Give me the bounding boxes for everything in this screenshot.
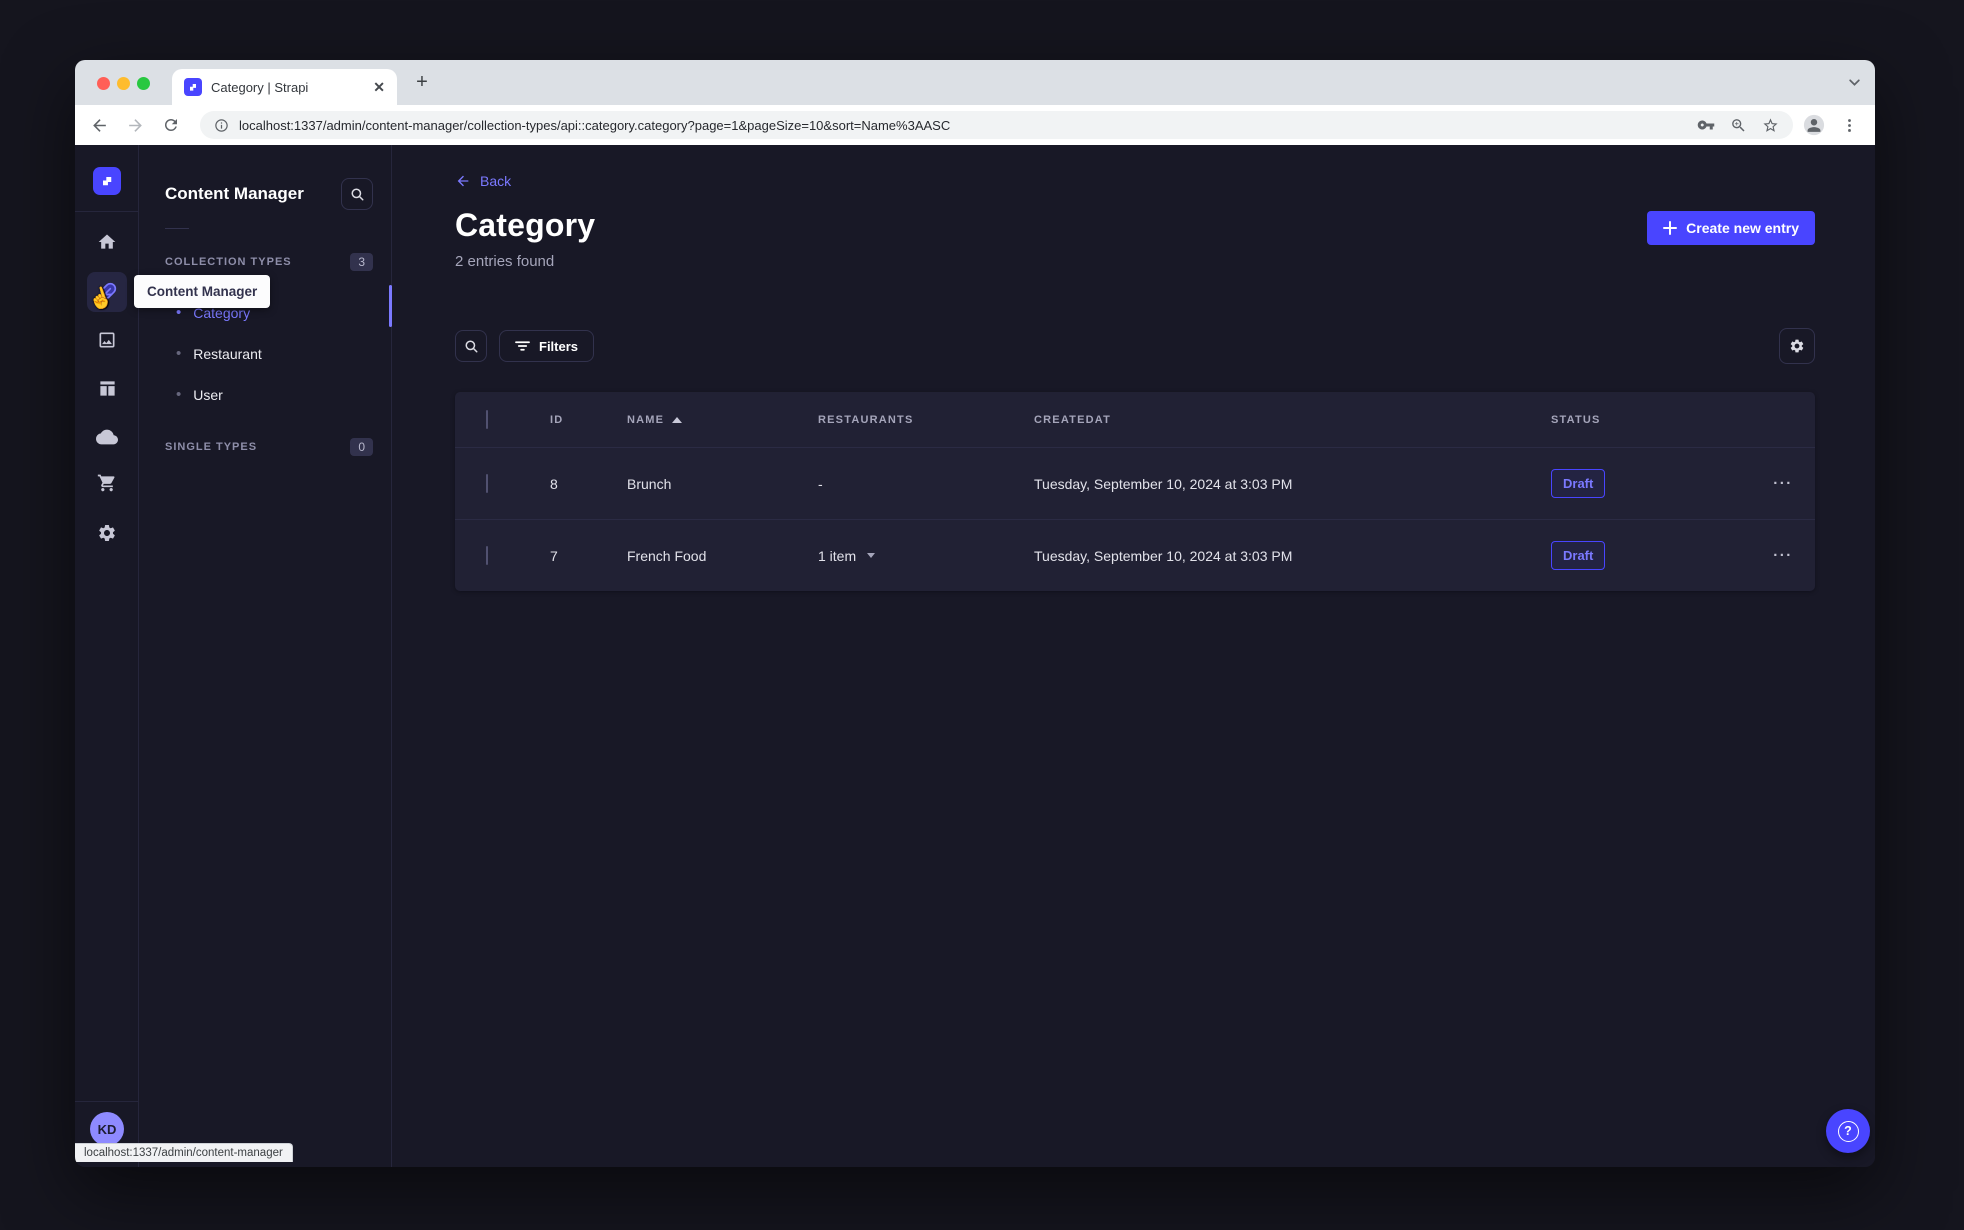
- strapi-favicon-icon: [184, 78, 202, 96]
- forward-nav-icon[interactable]: [124, 114, 146, 136]
- subnav-search-button[interactable]: [341, 178, 373, 210]
- page-title: Category: [455, 207, 596, 243]
- maximize-window-button[interactable]: [137, 77, 150, 90]
- row-actions-menu-icon[interactable]: [1773, 475, 1793, 492]
- column-header-name[interactable]: NAME: [596, 414, 787, 426]
- search-icon: [464, 339, 479, 354]
- column-header-status[interactable]: STATUS: [1520, 414, 1720, 426]
- content-type-builder-nav-icon[interactable]: [87, 368, 127, 408]
- link-status-bubble: localhost:1337/admin/content-manager: [75, 1143, 293, 1162]
- sidebar-item-label: User: [193, 386, 223, 403]
- main-content: Back Category Create new entry 2 entries…: [392, 145, 1875, 1167]
- sort-ascending-icon: [672, 416, 683, 423]
- status-badge: Draft: [1551, 541, 1606, 570]
- column-header-restaurants[interactable]: RESTAURANTS: [787, 414, 1003, 426]
- table-header-row: ID NAME RESTAURANTS CREATEDAT STATUS: [455, 392, 1815, 447]
- row-checkbox[interactable]: [486, 473, 488, 493]
- cell-id: 8: [550, 475, 558, 492]
- collection-types-count-badge: 3: [350, 253, 373, 271]
- browser-toolbar: localhost:1337/admin/content-manager/col…: [75, 105, 1875, 145]
- marketplace-cart-nav-icon[interactable]: [87, 463, 127, 503]
- subnav-title: Content Manager: [165, 184, 304, 203]
- user-avatar[interactable]: KD: [90, 1112, 124, 1146]
- media-library-nav-icon[interactable]: [87, 320, 127, 360]
- filter-lines-icon: [515, 340, 530, 352]
- new-tab-button[interactable]: [411, 72, 433, 94]
- collection-types-label: COLLECTION TYPES: [165, 256, 292, 268]
- row-actions-menu-icon[interactable]: [1773, 547, 1793, 564]
- tab-title: Category | Strapi: [211, 79, 309, 95]
- gear-icon: [1789, 338, 1805, 354]
- strapi-app: KD Content Manager COLLECTION TYPES 3 • …: [75, 145, 1875, 1167]
- tab-close-icon[interactable]: [373, 79, 385, 96]
- cell-name: French Food: [627, 547, 707, 564]
- profile-avatar-icon[interactable]: [1803, 114, 1825, 136]
- cell-name: Brunch: [627, 475, 672, 492]
- column-header-createdat[interactable]: CREATEDAT: [1003, 414, 1520, 426]
- create-button-label: Create new entry: [1686, 220, 1799, 236]
- strapi-logo[interactable]: [93, 167, 121, 195]
- view-settings-gear-button[interactable]: [1779, 328, 1815, 364]
- tab-search-chevron-icon[interactable]: [1848, 76, 1861, 89]
- table-row[interactable]: 8 Brunch - Tuesday, September 10, 2024 a…: [455, 447, 1815, 519]
- bullet-icon: [176, 345, 181, 362]
- tab-strip: Category | Strapi: [75, 60, 1875, 105]
- select-all-checkbox[interactable]: [486, 409, 488, 429]
- plus-icon: [1663, 221, 1678, 235]
- browser-menu-icon[interactable]: [1841, 117, 1858, 134]
- row-checkbox[interactable]: [486, 545, 488, 565]
- settings-gear-nav-icon[interactable]: [87, 513, 127, 553]
- traffic-lights: [97, 77, 150, 90]
- cell-id: 7: [550, 547, 558, 564]
- cloud-nav-icon[interactable]: [87, 417, 127, 457]
- home-nav-icon[interactable]: [87, 222, 127, 262]
- zoom-in-icon[interactable]: [1730, 116, 1747, 134]
- close-window-button[interactable]: [97, 77, 110, 90]
- filters-button[interactable]: Filters: [499, 330, 595, 362]
- browser-window: Category | Strapi localhost:1337/admin/c…: [75, 60, 1875, 1167]
- password-key-icon[interactable]: [1697, 116, 1715, 134]
- back-nav-icon[interactable]: [88, 114, 110, 136]
- back-link[interactable]: Back: [455, 173, 511, 189]
- status-badge: Draft: [1551, 469, 1606, 498]
- cell-restaurants[interactable]: 1 item: [787, 548, 1003, 564]
- create-new-entry-button[interactable]: Create new entry: [1647, 211, 1815, 245]
- content-manager-tooltip: Content Manager: [134, 275, 271, 308]
- sidebar-item-user[interactable]: User: [139, 374, 391, 415]
- search-icon: [350, 187, 365, 202]
- back-arrow-icon: [455, 173, 471, 189]
- entries-table: ID NAME RESTAURANTS CREATEDAT STATUS 8 B…: [455, 392, 1815, 591]
- sidebar-item-label: Restaurant: [193, 345, 262, 362]
- minimize-window-button[interactable]: [117, 77, 130, 90]
- bookmark-star-icon[interactable]: [1762, 116, 1779, 134]
- entries-count-subtitle: 2 entries found: [455, 253, 555, 270]
- help-button[interactable]: ?: [1826, 1109, 1870, 1153]
- column-header-id[interactable]: ID: [519, 414, 596, 426]
- table-search-button[interactable]: [455, 330, 487, 362]
- filters-label: Filters: [539, 338, 579, 354]
- cell-createdat: Tuesday, September 10, 2024 at 3:03 PM: [1034, 547, 1293, 564]
- sidebar-item-restaurant[interactable]: Restaurant: [139, 333, 391, 374]
- address-bar[interactable]: localhost:1337/admin/content-manager/col…: [200, 111, 1793, 139]
- url-text: localhost:1337/admin/content-manager/col…: [239, 117, 951, 133]
- question-mark-icon: ?: [1837, 1120, 1859, 1142]
- bullet-icon: [176, 386, 181, 403]
- single-types-label: SINGLE TYPES: [165, 441, 258, 453]
- cell-createdat: Tuesday, September 10, 2024 at 3:03 PM: [1034, 475, 1293, 492]
- single-types-count-badge: 0: [350, 438, 373, 456]
- cell-restaurants: -: [818, 475, 823, 492]
- table-row[interactable]: 7 French Food 1 item Tuesday, September …: [455, 519, 1815, 591]
- browser-tab[interactable]: Category | Strapi: [172, 69, 397, 105]
- chevron-down-icon: [867, 553, 876, 558]
- site-info-icon[interactable]: [214, 118, 229, 133]
- back-label: Back: [480, 173, 512, 189]
- reload-icon[interactable]: [160, 114, 182, 136]
